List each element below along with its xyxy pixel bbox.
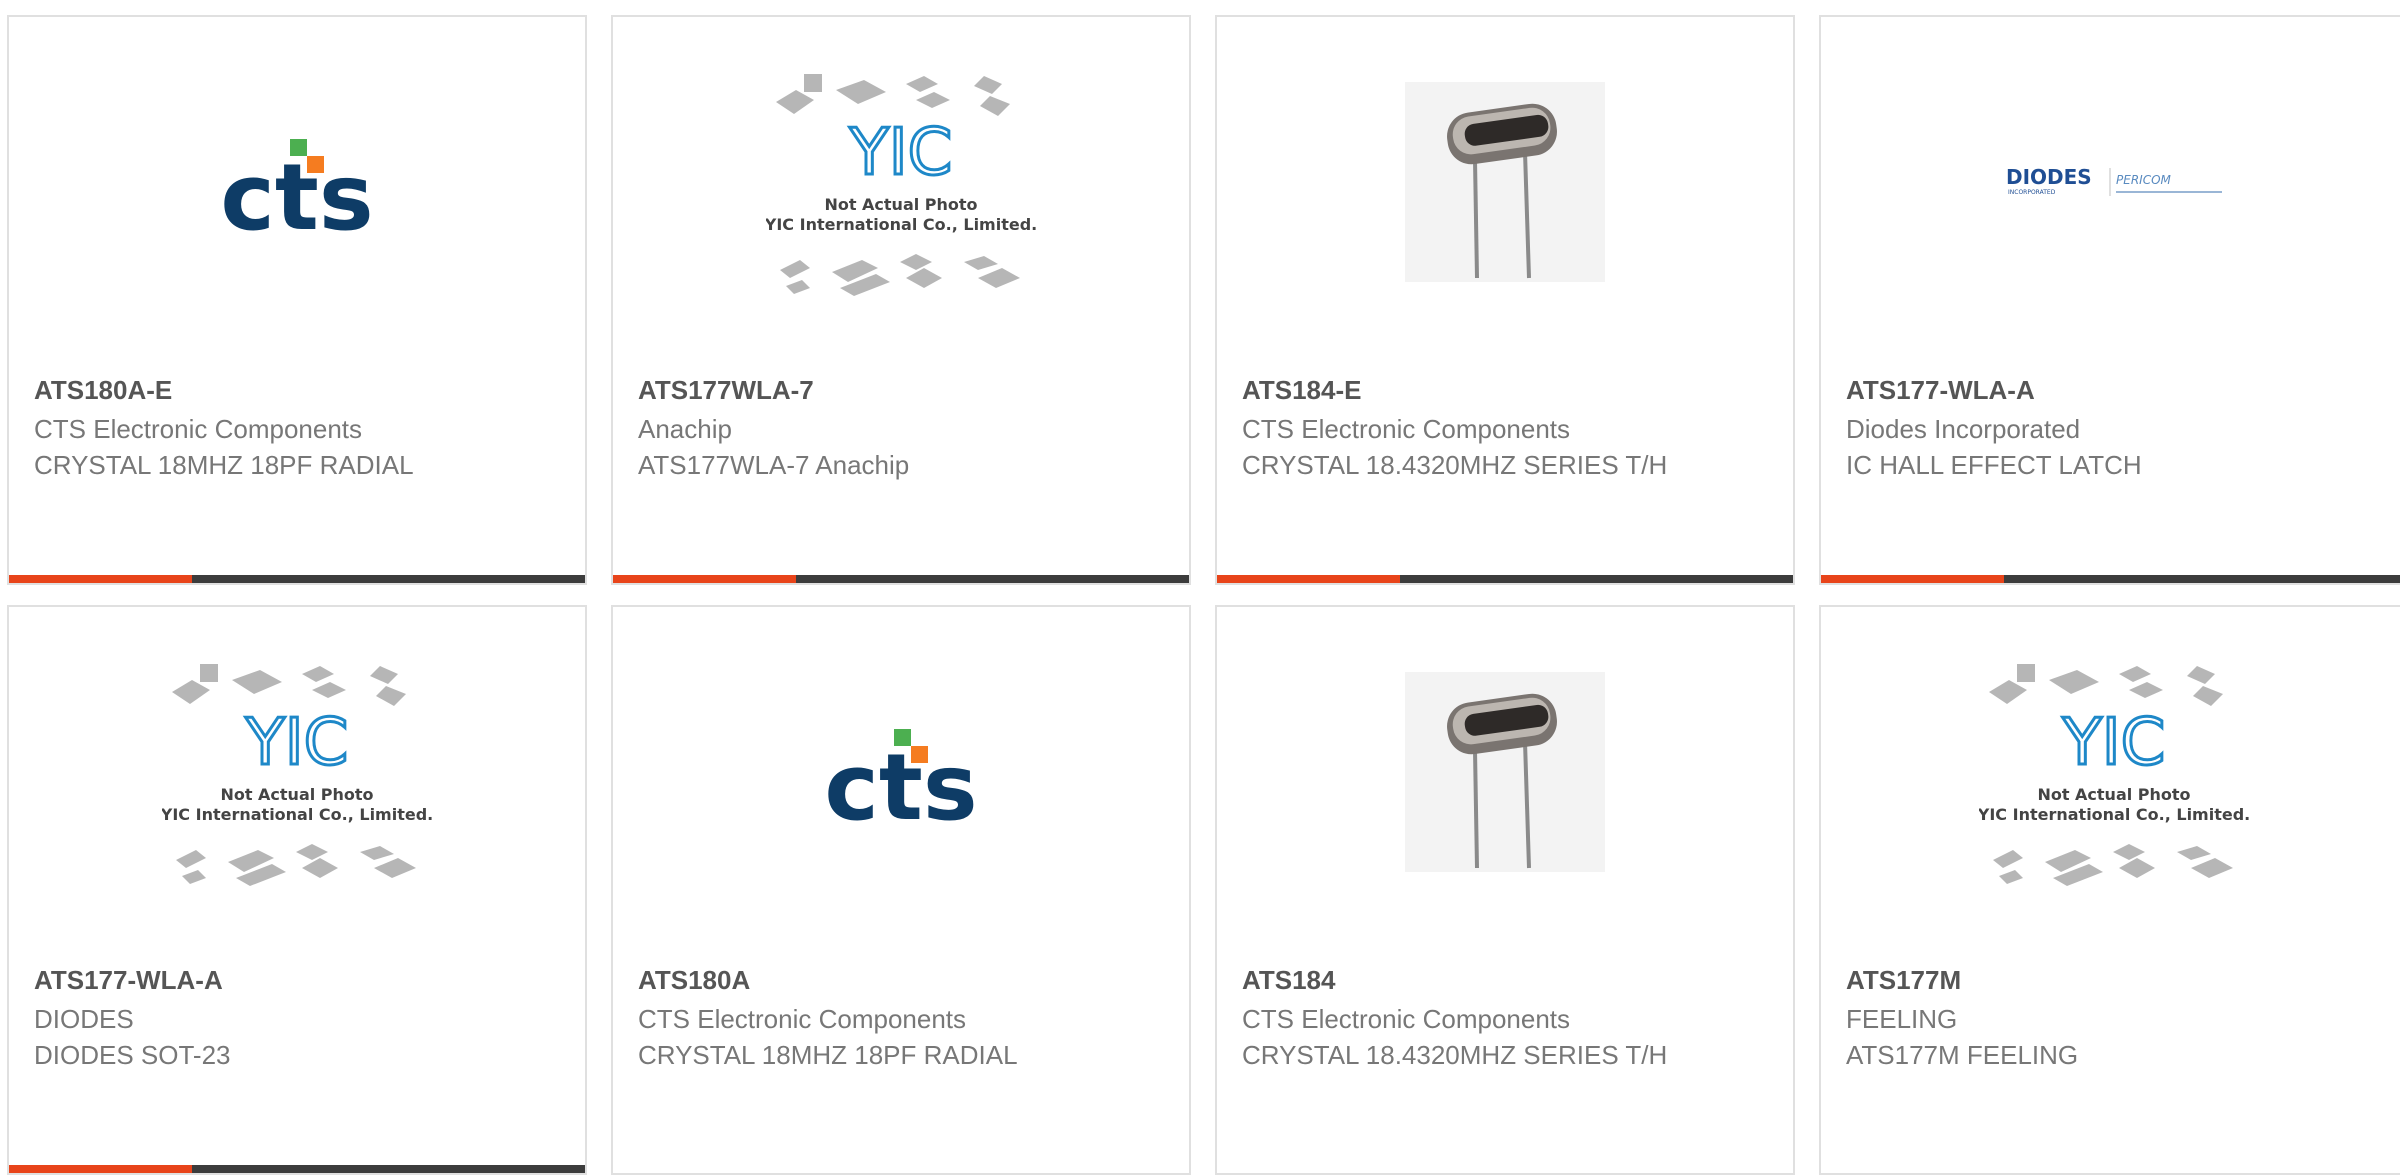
product-description: IC HALL EFFECT LATCH: [1846, 450, 2142, 480]
product-card[interactable]: ATS184-E CTS Electronic Components CRYST…: [1215, 15, 1795, 585]
product-description: ATS177WLA-7 Anachip: [638, 450, 910, 480]
not-actual-photo-placeholder-icon: YIC Not Actual Photo YIC International C…: [766, 74, 1036, 296]
product-description: CRYSTAL 18.4320MHZ SERIES T/H: [1242, 1040, 1668, 1070]
svg-text:YIC: YIC: [2062, 706, 2166, 780]
not-actual-photo-placeholder-icon: YIC Not Actual Photo YIC International C…: [1979, 664, 2249, 886]
manufacturer-name: Diodes Incorporated: [1846, 414, 2081, 444]
manufacturer-name: CTS Electronic Components: [1242, 1004, 1571, 1034]
svg-text:Not Actual Photo: Not Actual Photo: [824, 195, 977, 214]
product-description: DIODES SOT-23: [34, 1040, 231, 1070]
diodes-pericom-logo-icon: DIODES INCORPORATED PERICOM: [2006, 165, 2222, 196]
product-card[interactable]: DIODES INCORPORATED PERICOM ATS177-WLA-A…: [1819, 15, 2400, 585]
product-card[interactable]: cts ATS180A CTS Electronic Components CR…: [611, 605, 1191, 1175]
svg-text:cts: cts: [220, 144, 373, 247]
product-description: ATS177M FEELING: [1846, 1040, 2079, 1070]
product-image[interactable]: YIC Not Actual Photo YIC International C…: [9, 607, 585, 937]
manufacturer-name: CTS Electronic Components: [638, 1004, 967, 1034]
crystal-photo-icon: [1405, 82, 1605, 282]
card-bottom-bar: [9, 1165, 585, 1173]
svg-text:DIODES: DIODES: [2006, 165, 2092, 189]
part-number[interactable]: ATS184: [1242, 963, 1768, 997]
product-description: CRYSTAL 18MHZ 18PF RADIAL: [34, 450, 414, 480]
part-number[interactable]: ATS177WLA-7: [638, 373, 1164, 407]
product-image[interactable]: [1217, 17, 1793, 347]
svg-text:cts: cts: [824, 734, 977, 837]
part-number[interactable]: ATS184-E: [1242, 373, 1768, 407]
svg-text:YIC International Co., Limited: YIC International Co., Limited.: [1979, 805, 2249, 824]
svg-text:Not Actual Photo: Not Actual Photo: [220, 785, 373, 804]
product-card[interactable]: cts ATS180A-E CTS Electronic Components …: [7, 15, 587, 585]
part-number[interactable]: ATS180A: [638, 963, 1164, 997]
svg-text:Not Actual Photo: Not Actual Photo: [2037, 785, 2190, 804]
manufacturer-name: FEELING: [1846, 1004, 1958, 1034]
cts-logo-icon: cts: [824, 729, 978, 837]
product-image[interactable]: cts: [613, 607, 1189, 937]
product-description: CRYSTAL 18MHZ 18PF RADIAL: [638, 1040, 1018, 1070]
card-bottom-bar: [1217, 575, 1793, 583]
product-image[interactable]: YIC Not Actual Photo YIC International C…: [1821, 607, 2400, 937]
not-actual-photo-placeholder-icon: YIC Not Actual Photo YIC International C…: [162, 664, 432, 886]
card-bottom-bar: [9, 575, 585, 583]
product-image[interactable]: YIC Not Actual Photo YIC International C…: [613, 17, 1189, 347]
manufacturer-name: DIODES: [34, 1004, 134, 1034]
manufacturer-name: Anachip: [638, 414, 732, 444]
svg-text:YIC International Co., Limited: YIC International Co., Limited.: [766, 215, 1036, 234]
product-image[interactable]: [1217, 607, 1793, 937]
part-number[interactable]: ATS177M: [1846, 963, 2382, 997]
card-bottom-bar: [613, 575, 1189, 583]
svg-text:YIC International Co., Limited: YIC International Co., Limited.: [162, 805, 432, 824]
manufacturer-name: CTS Electronic Components: [1242, 414, 1571, 444]
product-image[interactable]: cts: [9, 17, 585, 347]
product-card[interactable]: ATS184 CTS Electronic Components CRYSTAL…: [1215, 605, 1795, 1175]
part-number[interactable]: ATS180A-E: [34, 373, 560, 407]
svg-text:INCORPORATED: INCORPORATED: [2008, 189, 2056, 196]
product-card[interactable]: YIC Not Actual Photo YIC International C…: [1819, 605, 2400, 1175]
product-image[interactable]: DIODES INCORPORATED PERICOM: [1821, 17, 2400, 347]
product-description: CRYSTAL 18.4320MHZ SERIES T/H: [1242, 450, 1668, 480]
product-card[interactable]: YIC Not Actual Photo YIC International C…: [611, 15, 1191, 585]
cts-logo-icon: cts: [220, 139, 374, 247]
part-number[interactable]: ATS177-WLA-A: [1846, 373, 2382, 407]
svg-text:YIC: YIC: [245, 706, 349, 780]
manufacturer-name: CTS Electronic Components: [34, 414, 363, 444]
part-number[interactable]: ATS177-WLA-A: [34, 963, 560, 997]
card-bottom-bar: [1821, 575, 2400, 583]
product-card[interactable]: YIC Not Actual Photo YIC International C…: [7, 605, 587, 1175]
crystal-photo-icon: [1405, 672, 1605, 872]
svg-text:YIC: YIC: [849, 116, 953, 190]
svg-text:PERICOM: PERICOM: [2116, 173, 2172, 187]
